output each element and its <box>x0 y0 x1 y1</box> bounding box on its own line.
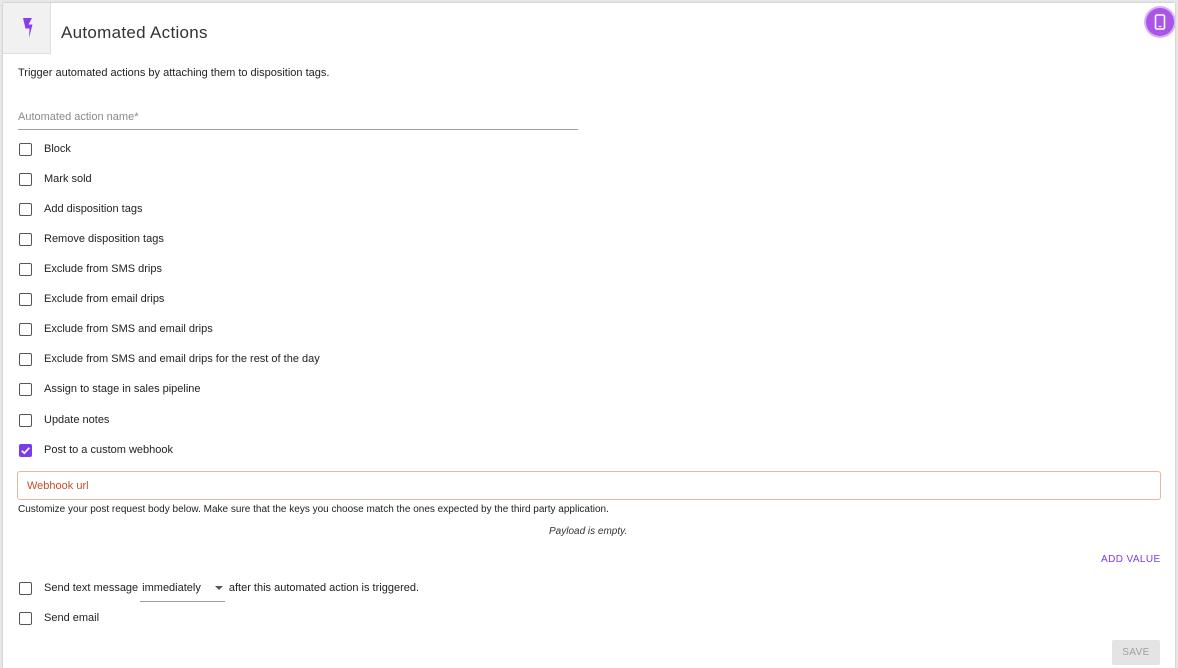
page-description: Trigger automated actions by attaching t… <box>18 67 330 79</box>
action-name-placeholder: Automated action name* <box>18 111 139 123</box>
checkbox[interactable] <box>19 352 32 366</box>
option-label: Send email <box>44 612 100 624</box>
webhook-url-input[interactable] <box>18 472 1160 499</box>
option-add-disposition-tags[interactable]: Add disposition tags <box>19 201 142 217</box>
option-send-text-message[interactable]: Send text message immediately after this… <box>19 580 420 602</box>
option-label: Exclude from email drips <box>44 293 165 305</box>
automated-actions-card: Automated Actions Trigger automated acti… <box>3 3 1175 668</box>
timing-select-value: immediately <box>142 581 201 594</box>
checkbox[interactable] <box>19 413 32 427</box>
payload-empty-text: Payload is empty. <box>549 526 628 537</box>
option-mark-sold[interactable]: Mark sold <box>19 171 92 187</box>
option-block[interactable]: Block <box>19 141 71 157</box>
add-value-button[interactable]: ADD VALUE <box>1101 554 1161 565</box>
option-remove-disposition-tags[interactable]: Remove disposition tags <box>19 231 164 247</box>
option-exclude-sms-drips[interactable]: Exclude from SMS drips <box>19 261 162 277</box>
required-marker: * <box>134 111 139 123</box>
page-title: Automated Actions <box>61 23 208 42</box>
checkbox[interactable] <box>19 322 32 336</box>
option-update-notes[interactable]: Update notes <box>19 412 109 428</box>
mobile-phone-icon <box>1154 14 1166 30</box>
option-send-email[interactable]: Send email <box>19 610 99 626</box>
chevron-down-icon <box>214 585 223 590</box>
send-text-label: Send text message <box>44 582 139 594</box>
option-label: Mark sold <box>44 173 92 185</box>
option-label: Assign to stage in sales pipeline <box>44 383 201 395</box>
checkbox[interactable] <box>19 292 32 306</box>
checkbox[interactable] <box>19 262 32 276</box>
checkbox[interactable] <box>19 232 32 246</box>
option-post-webhook[interactable]: Post to a custom webhook <box>19 442 173 458</box>
option-label: Exclude from SMS drips <box>44 263 162 275</box>
checkbox[interactable] <box>19 202 32 216</box>
send-text-suffix: after this automated action is triggered… <box>228 582 420 594</box>
checkbox[interactable] <box>19 611 32 625</box>
webhook-url-field[interactable] <box>17 471 1161 500</box>
automated-actions-tab <box>3 3 51 54</box>
action-name-field[interactable]: Automated action name* <box>18 105 578 130</box>
option-label: Remove disposition tags <box>44 233 164 245</box>
lightning-bolt-icon <box>22 18 32 38</box>
checkbox-checked[interactable] <box>19 443 32 457</box>
option-exclude-sms-email-drips-day[interactable]: Exclude from SMS and email drips for the… <box>19 351 320 367</box>
option-label: Post to a custom webhook <box>44 444 174 456</box>
checkbox[interactable] <box>19 142 32 156</box>
webhook-hint: Customize your post request body below. … <box>18 504 609 515</box>
option-label: Update notes <box>44 414 110 426</box>
mobile-preview-button[interactable] <box>1146 8 1174 36</box>
checkbox[interactable] <box>19 581 32 595</box>
option-label: Add disposition tags <box>44 203 143 215</box>
checkmark-icon <box>21 446 30 454</box>
timing-select[interactable]: immediately <box>140 581 225 602</box>
checkbox[interactable] <box>19 172 32 186</box>
option-assign-pipeline-stage[interactable]: Assign to stage in sales pipeline <box>19 381 201 397</box>
option-label: Exclude from SMS and email drips <box>44 323 213 335</box>
option-exclude-sms-email-drips[interactable]: Exclude from SMS and email drips <box>19 321 213 337</box>
checkbox[interactable] <box>19 382 32 396</box>
option-exclude-email-drips[interactable]: Exclude from email drips <box>19 291 164 307</box>
save-button[interactable]: SAVE <box>1112 640 1160 665</box>
option-label: Block <box>44 143 71 155</box>
option-label: Exclude from SMS and email drips for the… <box>44 353 320 365</box>
